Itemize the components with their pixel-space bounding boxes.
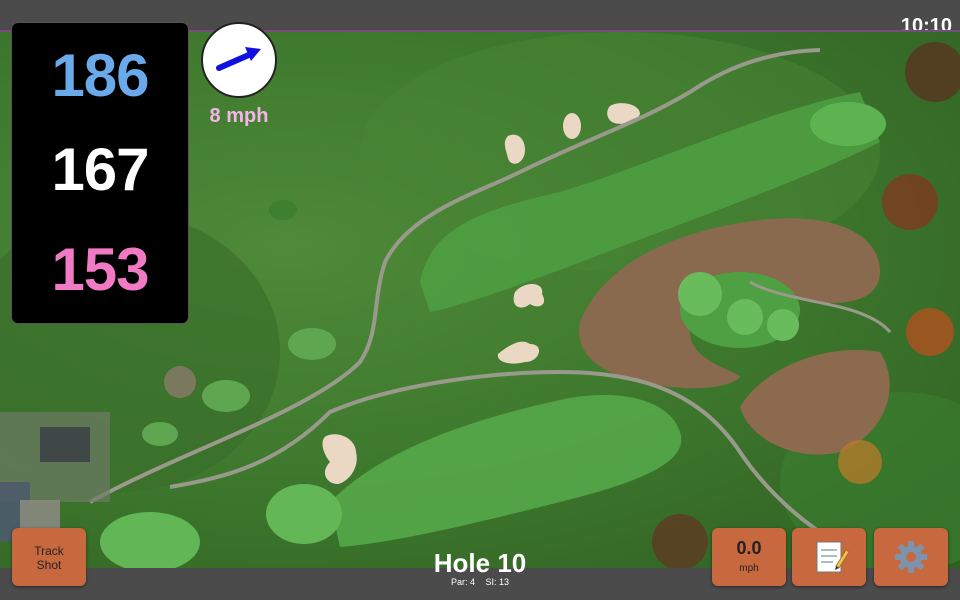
hole-stroke-index: SI: 13 — [485, 577, 510, 587]
speed-unit: mph — [739, 563, 759, 574]
wind-speed-label: 8 mph — [209, 105, 269, 127]
gear-icon — [895, 541, 927, 573]
hole-par: Par: 4 — [450, 577, 475, 587]
settings-button[interactable] — [874, 528, 948, 586]
back-distance: 186 — [51, 42, 149, 109]
distance-panel: 186 167 153 — [11, 22, 189, 324]
notepad-icon — [816, 541, 850, 573]
front-distance: 153 — [51, 236, 149, 303]
hole-title: Hole 10 — [433, 548, 527, 578]
wind-indicator — [201, 22, 277, 98]
speed-button[interactable]: 0.0 mph — [712, 528, 786, 586]
arrow-right-icon — [216, 47, 261, 71]
track-shot-button[interactable]: Track Shot — [12, 528, 86, 586]
middle-distance: 167 — [51, 136, 149, 203]
speed-value: 0.0 — [736, 538, 762, 558]
notes-button[interactable] — [792, 528, 866, 586]
track-shot-label-line2: Shot — [36, 558, 62, 572]
hole-info: Par: 4 SI: 13 — [380, 577, 580, 587]
track-shot-label-line1: Track — [34, 544, 64, 558]
